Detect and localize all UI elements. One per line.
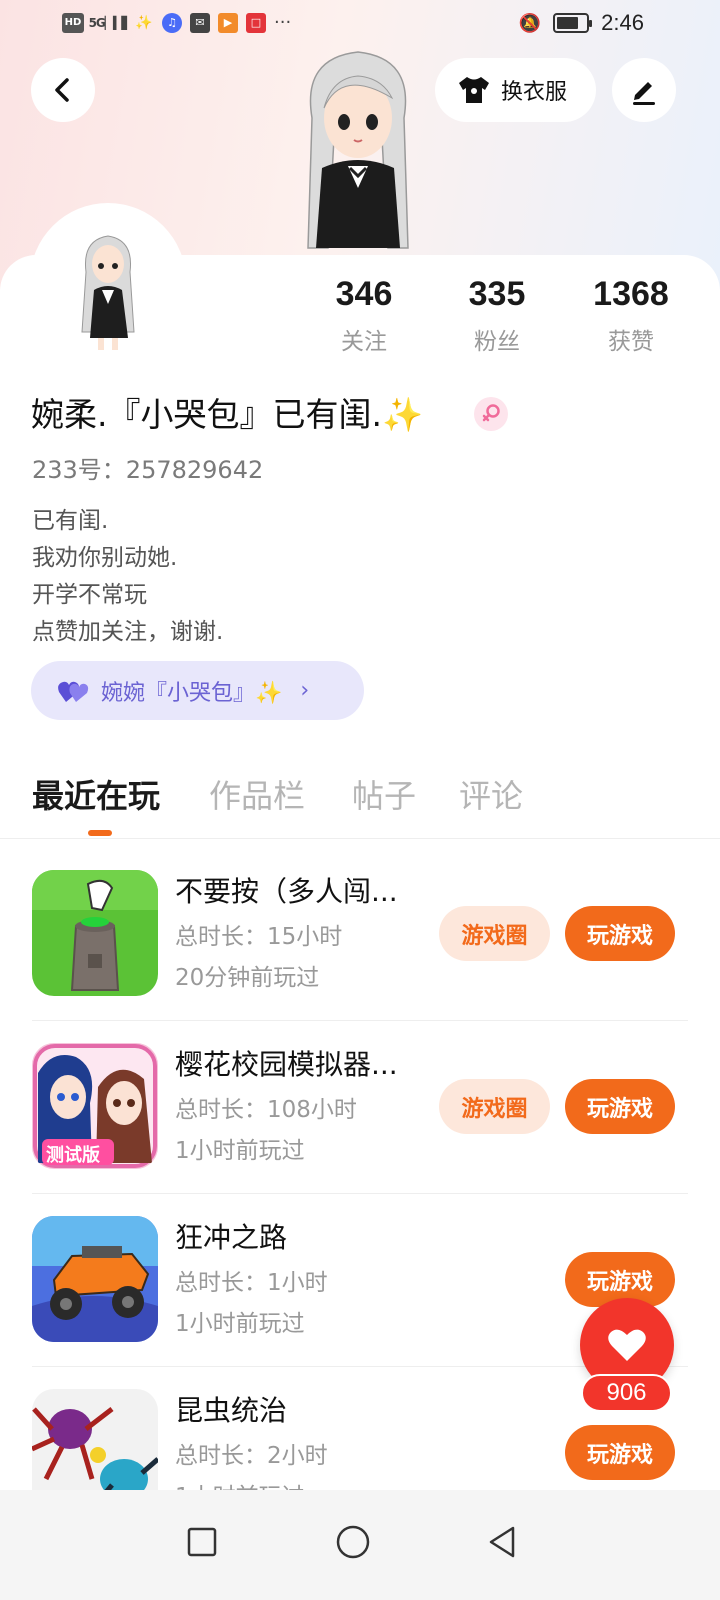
more-notifications-icon: ··· [274, 12, 292, 33]
play-game-button[interactable]: 玩游戏 [565, 906, 675, 961]
recent-apps-button[interactable] [172, 1512, 232, 1572]
tab-posts[interactable]: 帖子 [352, 770, 416, 822]
game-total-duration: 总时长：1小时 [175, 1270, 328, 1296]
game-last-played: 1小时前玩过 [175, 1311, 305, 1337]
mute-bell-icon: 🔕 [518, 12, 542, 34]
heart-icon [608, 1329, 646, 1361]
back-nav-button[interactable] [472, 1512, 532, 1572]
following-count: 346 [335, 275, 393, 313]
triangle-back-icon [489, 1526, 515, 1558]
bio: 已有闺. 我劝你别动她. 开学不常玩 点赞加关注，谢谢. [32, 503, 223, 651]
play-game-button[interactable]: 玩游戏 [565, 1425, 675, 1480]
username: 婉柔.『小哭包』已有闺.✨ [31, 395, 424, 434]
square-icon [187, 1527, 217, 1557]
tab-comments[interactable]: 评论 [459, 770, 523, 822]
active-tab-indicator [88, 830, 112, 836]
clock: 2:46 [601, 10, 644, 35]
like-count-badge: 906 [581, 1374, 672, 1412]
game-last-played: 20分钟前玩过 [175, 965, 320, 991]
profile-tabs: 最近在玩 作品栏 帖子 评论 [0, 770, 720, 840]
double-heart-icon [58, 681, 89, 702]
bio-line: 我劝你别动她. [32, 545, 178, 571]
circle-icon [336, 1525, 370, 1559]
bio-line: 开学不常玩 [32, 582, 147, 608]
likes-label: 获赞 [608, 329, 654, 355]
tab-divider [0, 838, 720, 839]
row-divider [32, 1020, 688, 1021]
row-divider [32, 1193, 688, 1194]
stat-fans[interactable]: 335 粉丝 [432, 272, 562, 356]
following-label: 关注 [341, 329, 387, 355]
friend-circle-chip[interactable]: 婉婉『小哭包』✨ › [31, 661, 364, 720]
fans-count: 335 [468, 275, 526, 313]
game-title: 狂冲之路 [175, 1221, 288, 1254]
battery-icon [553, 13, 593, 33]
game-total-duration: 总时长：15小时 [175, 924, 343, 950]
game-circle-button[interactable]: 游戏圈 [439, 1079, 550, 1134]
bio-line: 已有闺. [32, 508, 109, 534]
game-title: 不要按（多人闯... [175, 875, 398, 908]
avatar-3d-figure[interactable] [282, 48, 434, 258]
game-icon-sakura-school: 测试版 [32, 1043, 158, 1169]
system-navigation-bar [0, 1490, 720, 1600]
game-icon-dont-press [32, 870, 158, 996]
hd-icon: HD [62, 12, 84, 33]
game-title: 昆虫统治 [175, 1394, 288, 1427]
signal-icon: 5G▏▍▋ [88, 15, 131, 30]
change-outfit-button[interactable]: 换衣服 [435, 58, 596, 122]
game-icon-badge-text: 测试版 [46, 1145, 100, 1166]
bio-line: 点赞加关注，谢谢. [32, 619, 224, 645]
play-game-button[interactable]: 玩游戏 [565, 1079, 675, 1134]
message-app-icon: □ [246, 12, 266, 33]
music-app-icon: ♫ [162, 12, 182, 33]
avatar-figure-image [81, 235, 135, 350]
game-total-duration: 总时长：108小时 [175, 1097, 357, 1123]
stat-following[interactable]: 346 关注 [299, 272, 429, 356]
chevron-left-icon [55, 78, 69, 102]
status-bar: HD 5G▏▍▋ ✨ ♫ ✉ ▶ □ ··· 🔕 2:46 [0, 0, 720, 48]
game-last-played: 1小时前玩过 [175, 1138, 305, 1164]
avatar[interactable] [38, 212, 178, 352]
edit-profile-button[interactable] [612, 58, 676, 122]
home-button[interactable] [323, 1512, 383, 1572]
back-button[interactable] [31, 58, 95, 122]
stat-likes[interactable]: 1368 获赞 [566, 272, 696, 356]
game-icon-rush-road [32, 1216, 158, 1342]
chevron-right-icon: › [300, 678, 310, 703]
friend-circle-label: 婉婉『小哭包』✨ [101, 680, 283, 706]
change-outfit-label: 换衣服 [501, 79, 568, 104]
pencil-icon [633, 82, 655, 105]
wifi-icon: ✨ [135, 14, 153, 31]
user-id: 233号：257829642 [32, 456, 264, 484]
game-total-duration: 总时长：2小时 [175, 1443, 328, 1469]
tab-works[interactable]: 作品栏 [209, 770, 305, 822]
game-row[interactable]: 测试版 樱花校园模拟器... 总时长：108小时 1小时前玩过 游戏圈 玩游戏 [0, 1043, 720, 1216]
game-title: 樱花校园模拟器... [175, 1048, 398, 1081]
fans-label: 粉丝 [474, 329, 520, 355]
tab-recently-played[interactable]: 最近在玩 [32, 770, 160, 822]
likes-count: 1368 [593, 275, 669, 313]
game-row[interactable]: 不要按（多人闯... 总时长：15小时 20分钟前玩过 游戏圈 玩游戏 [0, 870, 720, 1043]
game-circle-button[interactable]: 游戏圈 [439, 906, 550, 961]
female-gender-icon [474, 397, 508, 431]
mail-app-icon: ✉ [190, 12, 210, 33]
video-app-icon: ▶ [218, 12, 238, 33]
tshirt-icon [459, 77, 489, 103]
